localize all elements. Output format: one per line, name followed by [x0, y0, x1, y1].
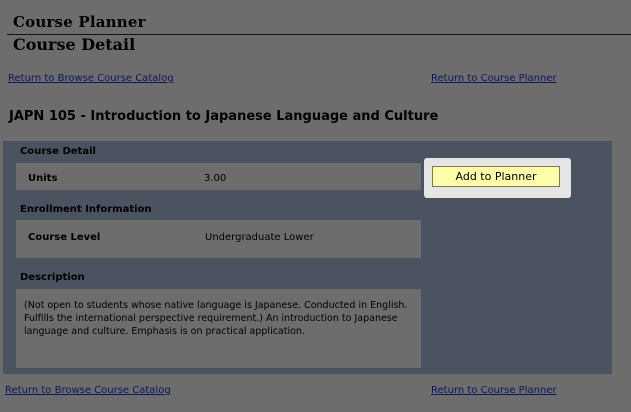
return-to-catalog-link-top[interactable]: Return to Browse Course Catalog	[8, 73, 174, 84]
description-text: (Not open to students whose native langu…	[24, 300, 408, 337]
course-title: JAPN 105 - Introduction to Japanese Lang…	[9, 109, 439, 124]
page-title: Course Detail	[13, 35, 136, 54]
description-box: (Not open to students whose native langu…	[16, 289, 421, 368]
enrollment-section-title: Enrollment Information	[20, 204, 152, 215]
return-to-planner-link-top[interactable]: Return to Course Planner	[431, 73, 557, 84]
enrollment-box: Course Level Undergraduate Lower	[16, 220, 421, 258]
app-title: Course Planner	[13, 13, 146, 31]
course-level-value: Undergraduate Lower	[205, 232, 314, 243]
course-level-label: Course Level	[28, 232, 101, 243]
units-value: 3.00	[204, 173, 227, 184]
add-to-planner-button[interactable]: Add to Planner	[432, 166, 560, 187]
units-box: Units 3.00	[16, 163, 421, 190]
return-to-planner-link-bottom[interactable]: Return to Course Planner	[431, 385, 557, 396]
description-section-title: Description	[20, 272, 85, 283]
return-to-catalog-link-bottom[interactable]: Return to Browse Course Catalog	[5, 385, 171, 396]
course-detail-section-title: Course Detail	[20, 146, 96, 157]
units-label: Units	[28, 173, 58, 184]
